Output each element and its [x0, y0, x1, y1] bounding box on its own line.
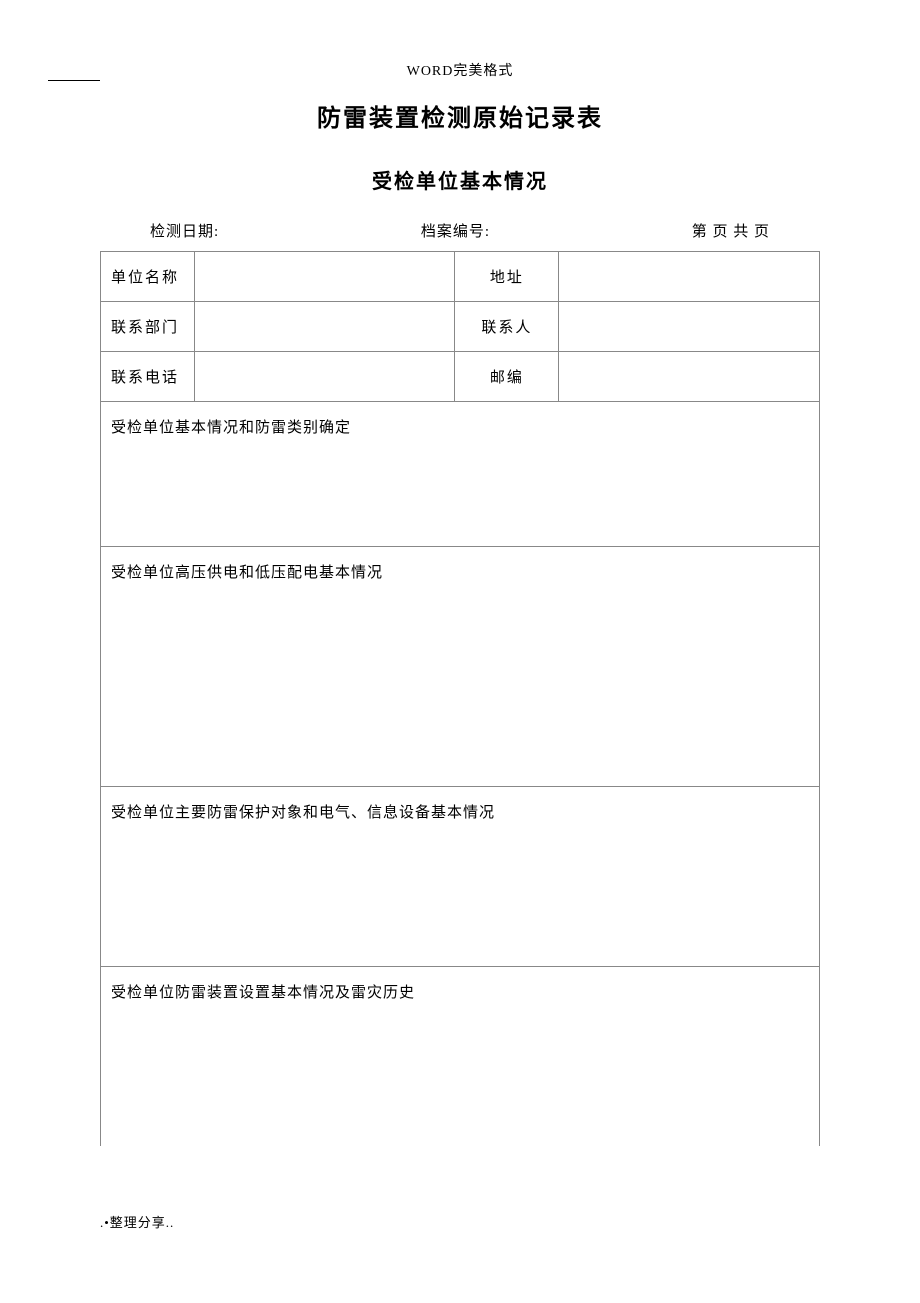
unit-name-label: 单位名称 — [101, 252, 195, 302]
contact-phone-value[interactable] — [194, 352, 455, 402]
table-row: 受检单位高压供电和低压配电基本情况 — [101, 547, 820, 787]
meta-row: 检测日期: 档案编号: 第 页 共 页 — [100, 220, 820, 251]
footer-text: .•整理分享.. — [100, 1212, 174, 1231]
contact-dept-label: 联系部门 — [101, 302, 195, 352]
contact-phone-label: 联系电话 — [101, 352, 195, 402]
sub-title: 受检单位基本情况 — [100, 165, 820, 194]
format-header: WORD完美格式 — [100, 60, 820, 80]
postcode-label: 邮编 — [455, 352, 559, 402]
section-3-body[interactable] — [111, 822, 809, 952]
address-label: 地址 — [455, 252, 559, 302]
section-1: 受检单位基本情况和防雷类别确定 — [101, 402, 820, 547]
section-1-title: 受检单位基本情况和防雷类别确定 — [111, 416, 809, 437]
inspection-date-label: 检测日期: — [150, 220, 219, 241]
unit-name-value[interactable] — [194, 252, 455, 302]
section-1-body[interactable] — [111, 437, 809, 532]
section-3: 受检单位主要防雷保护对象和电气、信息设备基本情况 — [101, 787, 820, 967]
section-2: 受检单位高压供电和低压配电基本情况 — [101, 547, 820, 787]
table-row: 联系部门 联系人 — [101, 302, 820, 352]
file-number-label: 档案编号: — [421, 220, 490, 241]
main-title: 防雷装置检测原始记录表 — [100, 98, 820, 133]
page-info: 第 页 共 页 — [692, 220, 770, 241]
section-2-title: 受检单位高压供电和低压配电基本情况 — [111, 561, 809, 582]
table-row: 联系电话 邮编 — [101, 352, 820, 402]
section-4: 受检单位防雷装置设置基本情况及雷灾历史 — [101, 967, 820, 1147]
top-left-underline — [48, 80, 100, 81]
table-row: 受检单位主要防雷保护对象和电气、信息设备基本情况 — [101, 787, 820, 967]
table-row: 受检单位基本情况和防雷类别确定 — [101, 402, 820, 547]
contact-person-label: 联系人 — [455, 302, 559, 352]
section-4-body[interactable] — [111, 1002, 809, 1132]
form-table: 单位名称 地址 联系部门 联系人 联系电话 邮编 受检单位基本情况和防雷类别确定… — [100, 251, 820, 1146]
table-row: 受检单位防雷装置设置基本情况及雷灾历史 — [101, 967, 820, 1147]
document-page: WORD完美格式 防雷装置检测原始记录表 受检单位基本情况 检测日期: 档案编号… — [0, 0, 920, 1303]
address-value[interactable] — [559, 252, 820, 302]
contact-person-value[interactable] — [559, 302, 820, 352]
section-4-title: 受检单位防雷装置设置基本情况及雷灾历史 — [111, 981, 809, 1002]
contact-dept-value[interactable] — [194, 302, 455, 352]
postcode-value[interactable] — [559, 352, 820, 402]
section-2-body[interactable] — [111, 582, 809, 772]
table-row: 单位名称 地址 — [101, 252, 820, 302]
section-3-title: 受检单位主要防雷保护对象和电气、信息设备基本情况 — [111, 801, 809, 822]
